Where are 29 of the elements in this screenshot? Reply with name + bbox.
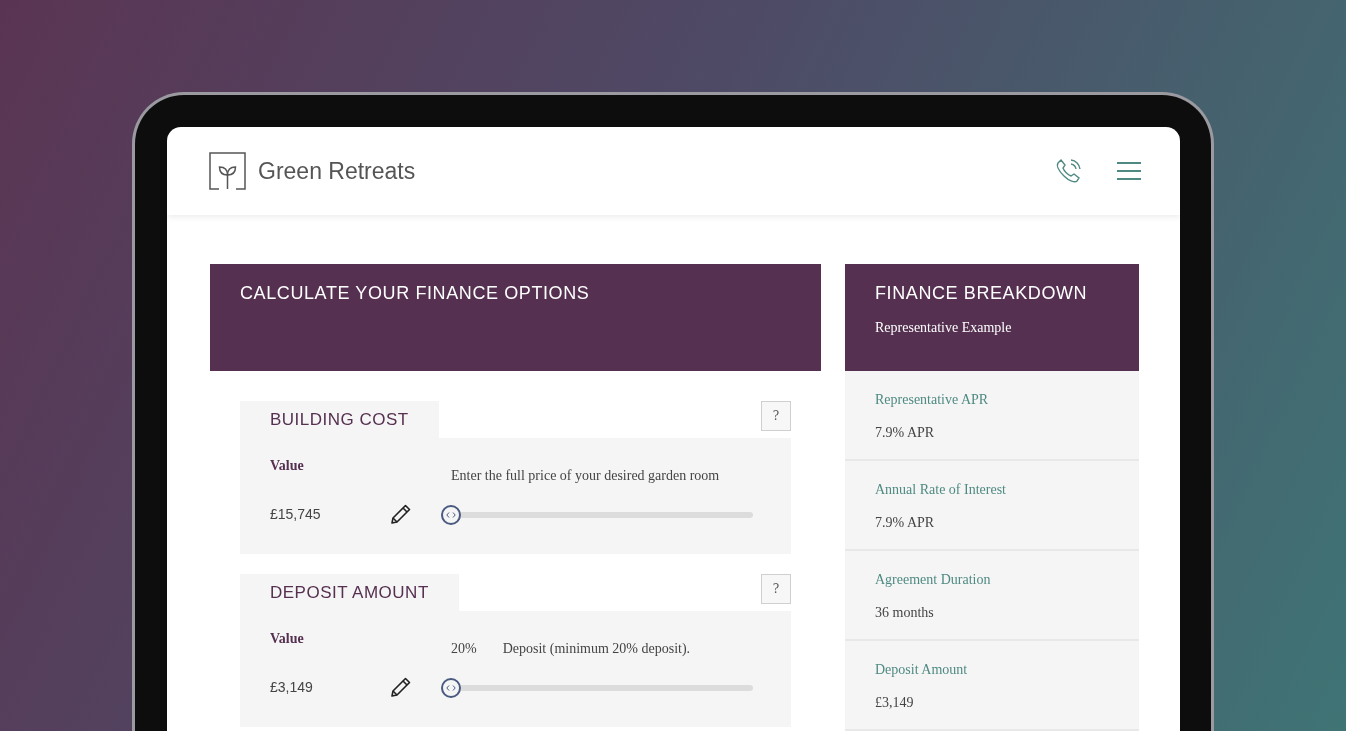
pencil-icon[interactable] <box>389 502 413 526</box>
breakdown-value: £3,149 <box>875 694 915 712</box>
breakdown-label: Deposit Amount <box>875 661 969 679</box>
menu-icon[interactable] <box>1116 161 1142 181</box>
pencil-icon[interactable] <box>389 675 413 699</box>
slider-description: Enter the full price of your desired garden room <box>451 467 720 485</box>
sprout-logo-icon <box>209 152 246 190</box>
breakdown-value: 7.9% APR <box>875 514 936 532</box>
section-title: BUILDING COST <box>270 408 409 431</box>
breakdown-value: 7.9% APR <box>875 424 936 442</box>
deposit-percent: 20% <box>451 640 477 658</box>
slider-description: Deposit (minimum 20% deposit). <box>502 640 691 658</box>
slider-thumb[interactable] <box>441 505 461 525</box>
help-button[interactable]: ? <box>761 401 791 431</box>
section-title: DEPOSIT AMOUNT <box>270 581 429 604</box>
value-label: Value <box>270 457 305 475</box>
calculator-title: CALCULATE YOUR FINANCE OPTIONS <box>240 283 590 303</box>
breakdown-title: FINANCE BREAKDOWN <box>875 282 1089 305</box>
breakdown-subtitle: Representative Example <box>875 319 1013 337</box>
slider-thumb[interactable] <box>441 678 461 698</box>
brand-name[interactable]: Green Retreats <box>258 153 416 189</box>
help-button[interactable]: ? <box>761 574 791 604</box>
breakdown-label: Annual Rate of Interest <box>875 481 1007 499</box>
breakdown-label: Representative APR <box>875 391 990 409</box>
breakdown-value: 36 months <box>875 604 935 622</box>
value-amount: £15,745 <box>270 504 321 524</box>
value-label: Value <box>270 630 305 648</box>
value-amount: £3,149 <box>270 677 313 697</box>
breakdown-label: Agreement Duration <box>875 571 992 589</box>
